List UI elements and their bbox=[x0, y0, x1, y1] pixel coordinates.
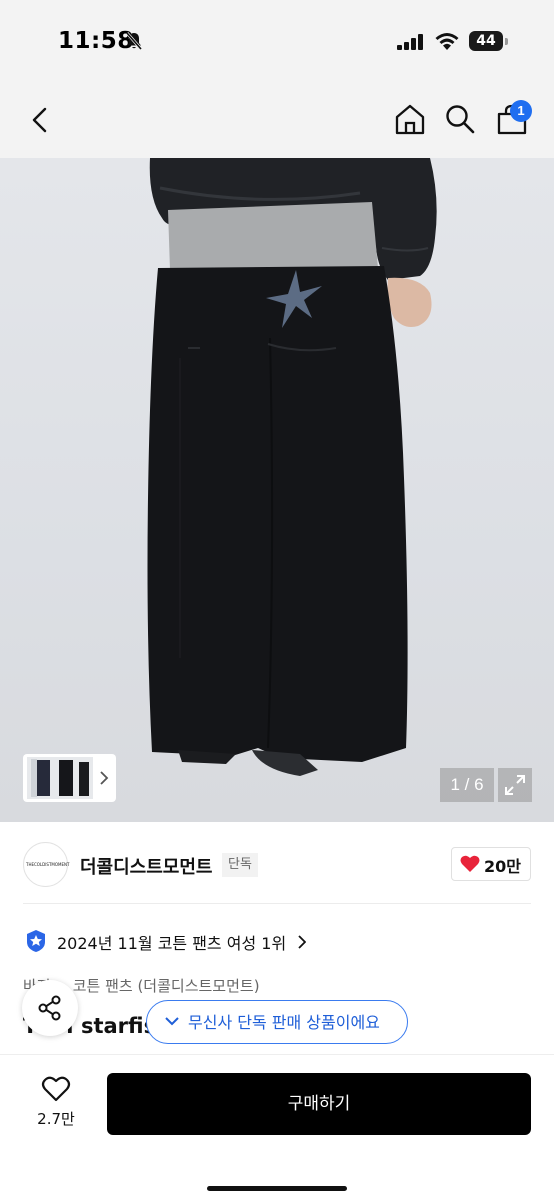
ranking-badge-icon bbox=[27, 930, 45, 952]
brand-name-link[interactable]: 더콜디스트모먼트 bbox=[80, 853, 212, 879]
bell-off-icon bbox=[125, 32, 143, 50]
product-photo-illustration bbox=[147, 158, 437, 776]
buy-button[interactable]: 구매하기 bbox=[107, 1073, 531, 1135]
search-icon[interactable] bbox=[444, 103, 476, 135]
chevron-right-icon[interactable] bbox=[298, 935, 306, 949]
chevron-down-icon bbox=[165, 1017, 179, 1026]
home-icon[interactable] bbox=[393, 102, 427, 136]
wifi-icon bbox=[435, 33, 459, 50]
exclusive-tag: 단독 bbox=[222, 853, 258, 877]
brand-logo-text: THECOLDISTMOMENT bbox=[26, 862, 70, 867]
thumbnail-image[interactable] bbox=[27, 757, 93, 799]
brand-like-count: 20만 bbox=[484, 857, 521, 876]
top-nav-bar bbox=[0, 80, 554, 158]
status-time: 11:58 bbox=[58, 28, 134, 54]
cart-count-badge: 1 bbox=[510, 100, 532, 122]
battery-level: 44 bbox=[476, 33, 496, 49]
heart-outline-icon[interactable] bbox=[41, 1075, 71, 1103]
back-icon[interactable] bbox=[26, 104, 54, 136]
chevron-right-icon[interactable] bbox=[98, 770, 110, 786]
thumbnail-illustration bbox=[27, 757, 93, 799]
expand-image-button[interactable] bbox=[498, 768, 532, 802]
home-indicator bbox=[207, 1186, 347, 1191]
image-page-indicator: 1 / 6 bbox=[440, 768, 494, 802]
section-divider bbox=[23, 903, 531, 904]
share-icon[interactable] bbox=[36, 994, 64, 1022]
heart-filled-icon bbox=[460, 855, 480, 872]
wishlist-count: 2.7만 bbox=[37, 1110, 75, 1128]
ranking-link[interactable]: 2024년 11월 코튼 팬츠 여성 1위 bbox=[57, 930, 286, 954]
expand-icon bbox=[505, 775, 525, 795]
battery-indicator: 44 bbox=[469, 31, 509, 51]
battery-cap bbox=[505, 38, 508, 45]
product-image[interactable] bbox=[0, 158, 554, 822]
exclusive-badge-text: 무신사 단독 판매 상품이에요 bbox=[188, 1013, 380, 1032]
status-bar: 11:58 44 bbox=[0, 0, 554, 80]
cellular-signal-icon bbox=[397, 34, 423, 50]
